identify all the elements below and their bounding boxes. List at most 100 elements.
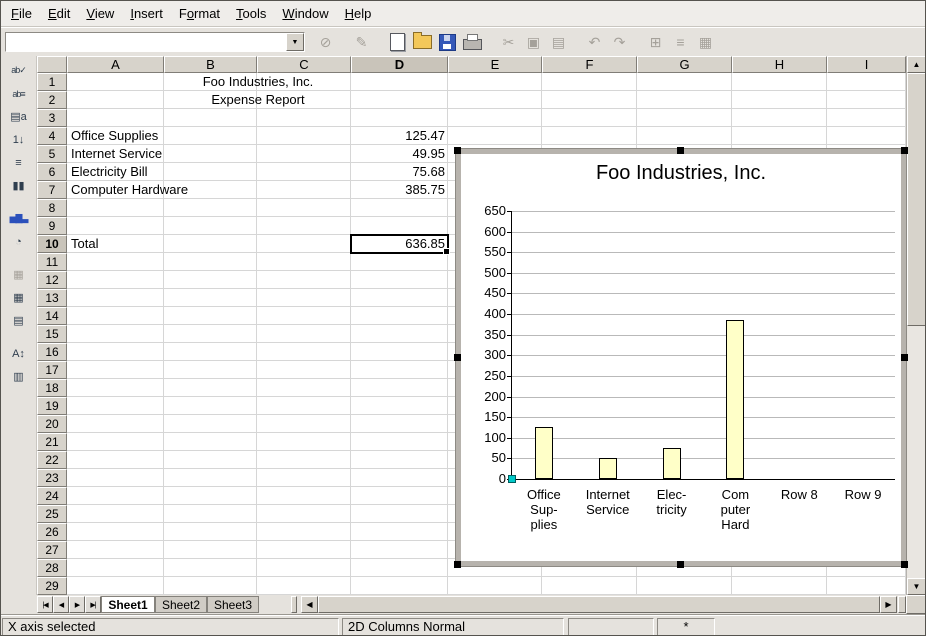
- print-icon[interactable]: [460, 31, 485, 53]
- cell-B2[interactable]: Expense Report: [165, 91, 351, 109]
- row-header-6[interactable]: 6: [37, 163, 67, 181]
- row-header-22[interactable]: 22: [37, 451, 67, 469]
- percent-style-icon[interactable]: ◔: [7, 231, 31, 252]
- url-combo-input[interactable]: [6, 33, 286, 51]
- row-header-19[interactable]: 19: [37, 397, 67, 415]
- menu-tools[interactable]: Tools: [228, 3, 274, 24]
- column-header-G[interactable]: G: [637, 56, 732, 73]
- prev-sheet-button[interactable]: ◀: [53, 596, 69, 613]
- open-document-icon[interactable]: [410, 31, 435, 53]
- chart-resize-handle[interactable]: [677, 561, 684, 568]
- copy-icon[interactable]: ▣: [521, 31, 546, 53]
- column-header-E[interactable]: E: [448, 56, 542, 73]
- scroll-up-button[interactable]: ▲: [907, 56, 926, 73]
- sheet-tab-sheet2[interactable]: Sheet2: [155, 596, 207, 613]
- sort-ascending-icon[interactable]: A↕: [7, 343, 31, 364]
- navigator-icon[interactable]: ⊞: [643, 31, 668, 53]
- new-document-icon[interactable]: [385, 31, 410, 53]
- align-icon[interactable]: ≡: [7, 152, 31, 173]
- row-header-1[interactable]: 1: [37, 73, 67, 91]
- row-header-18[interactable]: 18: [37, 379, 67, 397]
- vertical-scrollbar[interactable]: ▲ ▼: [906, 56, 926, 595]
- row-header-20[interactable]: 20: [37, 415, 67, 433]
- chart-bar[interactable]: [726, 320, 744, 479]
- row-header-24[interactable]: 24: [37, 487, 67, 505]
- row-header-17[interactable]: 17: [37, 361, 67, 379]
- cell-A10[interactable]: Total: [68, 235, 164, 253]
- cell-D7[interactable]: 385.75: [352, 181, 448, 199]
- cell-A4[interactable]: Office Supplies: [68, 127, 164, 145]
- numbering-icon[interactable]: 1↓: [7, 129, 31, 150]
- next-sheet-button[interactable]: ▶: [69, 596, 85, 613]
- menu-help[interactable]: Help: [337, 3, 380, 24]
- row-header-2[interactable]: 2: [37, 91, 67, 109]
- menu-insert[interactable]: Insert: [122, 3, 171, 24]
- fill-handle[interactable]: [443, 248, 450, 255]
- chart-resize-handle[interactable]: [901, 561, 908, 568]
- row-header-14[interactable]: 14: [37, 307, 67, 325]
- row-header-11[interactable]: 11: [37, 253, 67, 271]
- row-header-21[interactable]: 21: [37, 433, 67, 451]
- row-header-27[interactable]: 27: [37, 541, 67, 559]
- row-header-12[interactable]: 12: [37, 271, 67, 289]
- pane-splitter[interactable]: [898, 596, 906, 613]
- row-header-16[interactable]: 16: [37, 343, 67, 361]
- selected-cell-border[interactable]: [350, 234, 449, 254]
- chart-resize-handle[interactable]: [901, 354, 908, 361]
- sheet-tab-sheet1[interactable]: Sheet1: [101, 596, 155, 613]
- url-combo[interactable]: ▼: [5, 32, 305, 52]
- url-combo-dropdown-button[interactable]: ▼: [286, 33, 304, 51]
- chart-bar[interactable]: [663, 448, 681, 479]
- row-header-26[interactable]: 26: [37, 523, 67, 541]
- cell-D4[interactable]: 125.47: [352, 127, 448, 145]
- cell-D5[interactable]: 49.95: [352, 145, 448, 163]
- insert-columns-icon[interactable]: ▮▮: [7, 175, 31, 196]
- thesaurus-icon[interactable]: ab≡: [7, 83, 31, 104]
- row-header-10[interactable]: 10: [37, 235, 67, 253]
- insert-chart-icon[interactable]: ▅▇▃: [7, 208, 31, 229]
- autoformat-icon[interactable]: ▤a: [7, 106, 31, 127]
- hscroll-right-button[interactable]: ▶: [880, 596, 897, 613]
- column-header-F[interactable]: F: [542, 56, 637, 73]
- chart-object[interactable]: Foo Industries, Inc. 0501001502002503003…: [456, 149, 906, 566]
- hscroll-left-button[interactable]: ◀: [301, 596, 318, 613]
- row-header-9[interactable]: 9: [37, 217, 67, 235]
- column-header-I[interactable]: I: [827, 56, 906, 73]
- save-document-icon[interactable]: [435, 31, 460, 53]
- row-header-5[interactable]: 5: [37, 145, 67, 163]
- spellcheck-icon[interactable]: ab✓: [7, 60, 31, 81]
- horizontal-scroll-thumb[interactable]: [318, 596, 880, 613]
- row-header-8[interactable]: 8: [37, 199, 67, 217]
- column-header-D[interactable]: D: [351, 56, 448, 73]
- chart-resize-handle[interactable]: [454, 147, 461, 154]
- stop-icon[interactable]: ⊘: [313, 31, 338, 53]
- sheet-tab-sheet3[interactable]: Sheet3: [207, 596, 259, 613]
- stylist-icon[interactable]: ≡: [668, 31, 693, 53]
- chart-resize-handle[interactable]: [677, 147, 684, 154]
- cell-B1[interactable]: Foo Industries, Inc.: [165, 73, 351, 91]
- undo-icon[interactable]: ↶: [582, 31, 607, 53]
- scroll-down-button[interactable]: ▼: [907, 578, 926, 595]
- column-header-A[interactable]: A: [67, 56, 164, 73]
- x-axis-selection-handle[interactable]: [508, 475, 516, 483]
- vertical-scroll-thumb[interactable]: [907, 73, 926, 326]
- row-header-28[interactable]: 28: [37, 559, 67, 577]
- row-header-25[interactable]: 25: [37, 505, 67, 523]
- column-header-B[interactable]: B: [164, 56, 257, 73]
- chart-resize-handle[interactable]: [901, 147, 908, 154]
- row-header-7[interactable]: 7: [37, 181, 67, 199]
- menu-window[interactable]: Window: [274, 3, 336, 24]
- table-borders-icon[interactable]: ▤: [7, 310, 31, 331]
- gallery-icon[interactable]: ▦: [693, 31, 718, 53]
- outline-icon[interactable]: ▥: [7, 366, 31, 387]
- menu-file[interactable]: File: [3, 3, 40, 24]
- row-header-23[interactable]: 23: [37, 469, 67, 487]
- cell-A5[interactable]: Internet Service: [68, 145, 164, 163]
- row-header-4[interactable]: 4: [37, 127, 67, 145]
- cell-D6[interactable]: 75.68: [352, 163, 448, 181]
- grid-icon[interactable]: ▦: [7, 264, 31, 285]
- chart-resize-handle[interactable]: [454, 561, 461, 568]
- row-header-13[interactable]: 13: [37, 289, 67, 307]
- edit-file-icon[interactable]: ✎: [349, 31, 374, 53]
- select-all-button[interactable]: [37, 56, 67, 73]
